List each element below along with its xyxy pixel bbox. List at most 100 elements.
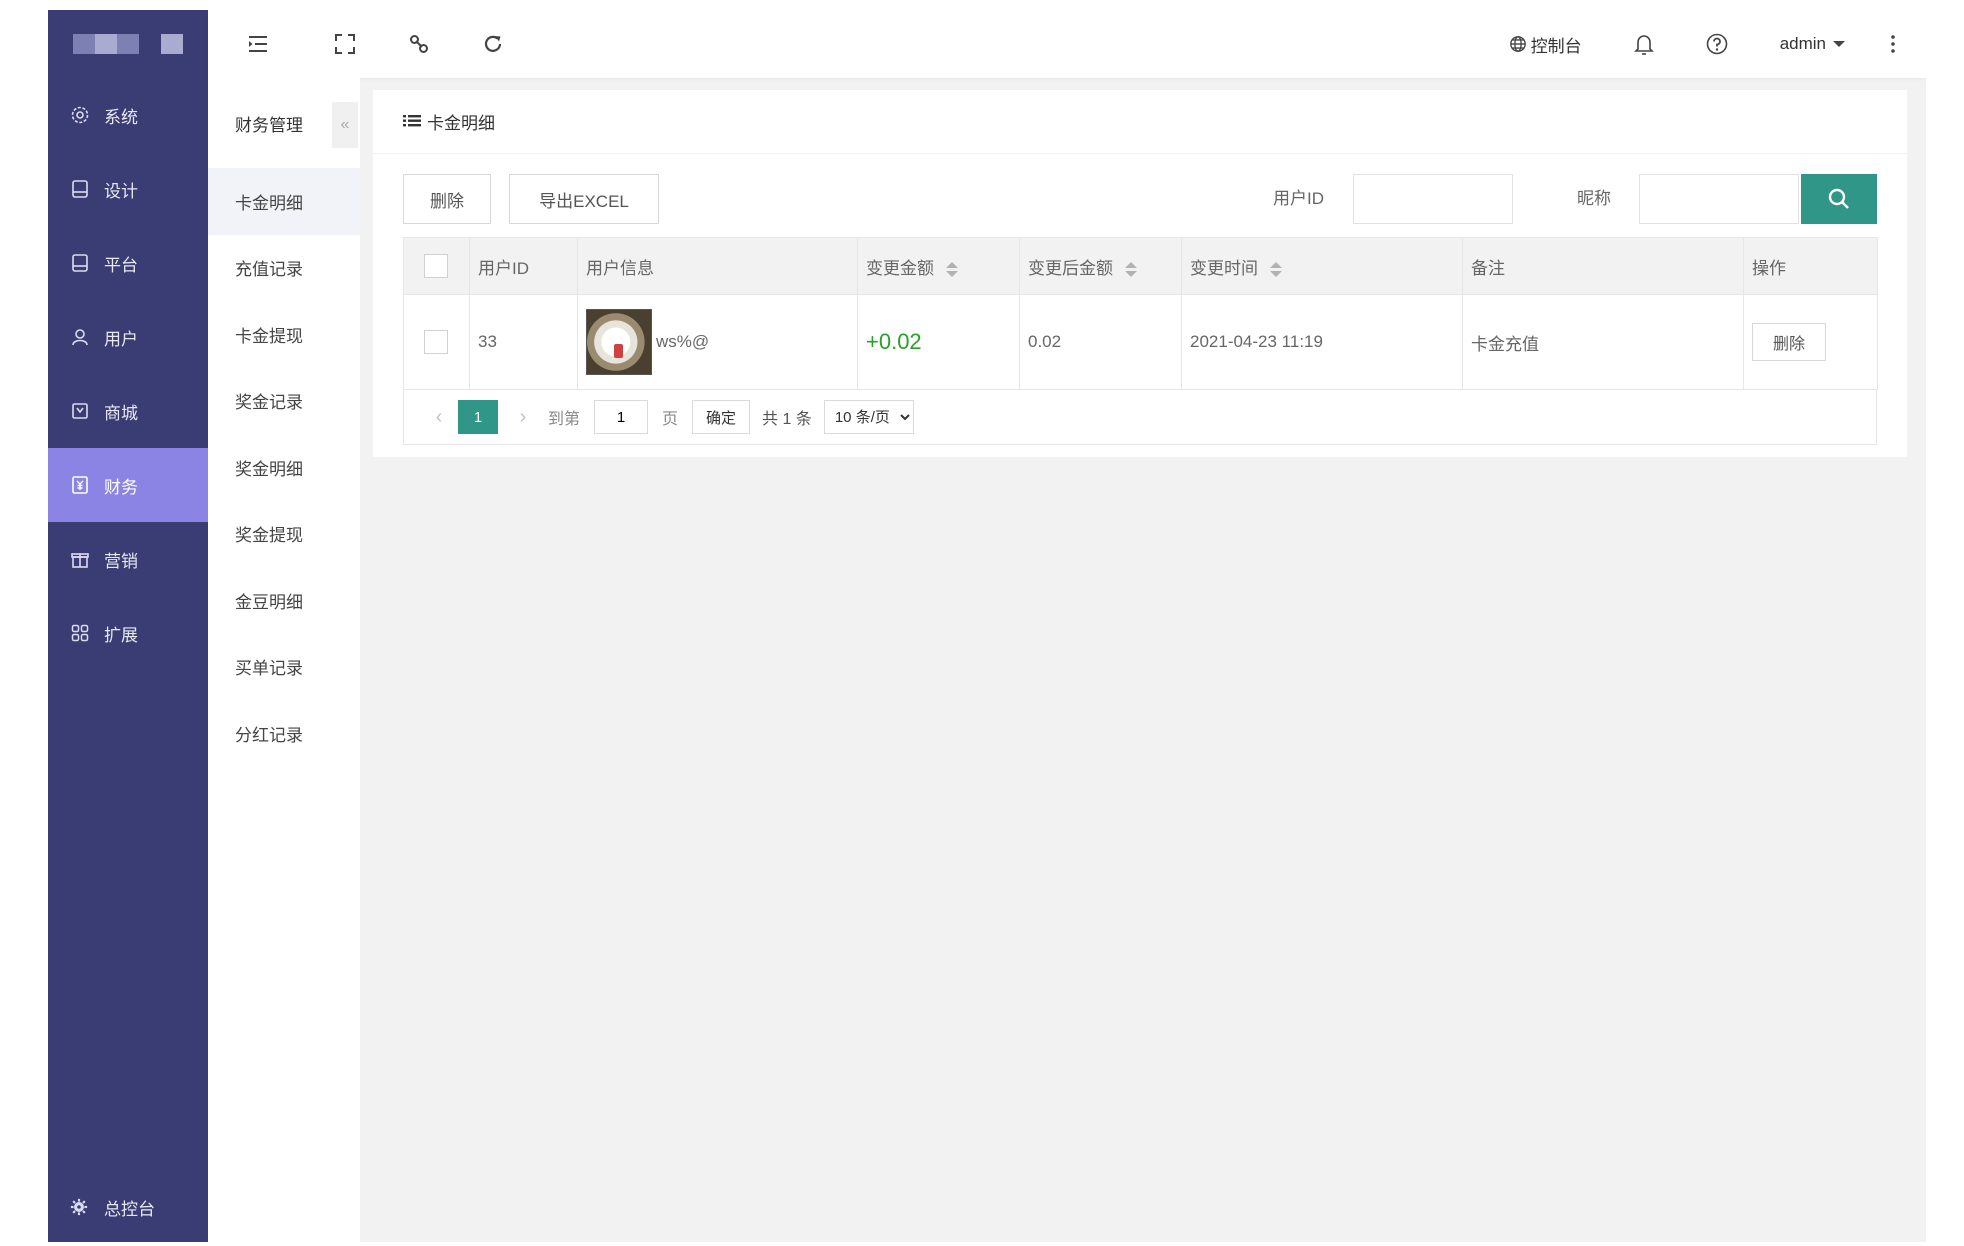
goto-confirm-button[interactable]: 确定 (692, 400, 751, 434)
refresh-icon (484, 35, 502, 52)
sub-item-label: 奖金提现 (235, 526, 303, 546)
help-button[interactable] (1680, 10, 1754, 78)
grid-icon (70, 623, 90, 643)
avatar (586, 309, 652, 375)
total-count: 共 1 条 (762, 411, 812, 428)
sidebar-item-label: 设计 (104, 181, 138, 201)
col-change-time[interactable]: 变更时间 (1181, 237, 1463, 295)
cell-nickname: ws%@ (656, 332, 710, 351)
sort-icon[interactable] (1125, 261, 1137, 277)
gift-icon (70, 549, 90, 569)
user-menu[interactable]: admin (1754, 10, 1872, 78)
link-button[interactable] (382, 10, 456, 78)
userid-input[interactable] (1353, 174, 1513, 224)
console-link[interactable]: 控制台 (1483, 10, 1608, 78)
col-change-time-label: 变更时间 (1190, 258, 1258, 278)
nickname-input[interactable] (1639, 174, 1799, 224)
col-after-amount[interactable]: 变更后金额 (1019, 237, 1182, 295)
menu-toggle-button[interactable] (208, 10, 308, 78)
sort-icon[interactable] (1270, 261, 1282, 277)
sub-item-dividend-record[interactable]: 分红记录 (208, 700, 360, 767)
col-after-amount-label: 变更后金额 (1028, 258, 1113, 278)
sub-item-recharge[interactable]: 充值记录 (208, 235, 360, 302)
sub-item-card-withdraw[interactable]: 卡金提现 (208, 301, 360, 368)
select-all-checkbox[interactable] (424, 254, 448, 278)
nickname-label: 昵称 (1577, 189, 1611, 208)
export-excel-button[interactable]: 导出EXCEL (509, 174, 659, 224)
sub-sidebar-title-text: 财务管理 (235, 115, 303, 135)
user-name: admin (1779, 34, 1826, 53)
sub-item-label: 金豆明细 (235, 592, 303, 612)
fullscreen-button[interactable] (308, 10, 382, 78)
sidebar-item-system[interactable]: 系统 (48, 78, 208, 152)
sidebar-item-shop[interactable]: 商城 (48, 374, 208, 448)
app-frame: 系统 设计 平台 用户 商城 财务 营销 扩展 总控台 控制台 admin 财务… (48, 10, 1926, 1242)
sidebar-item-design[interactable]: 设计 (48, 152, 208, 226)
row-select-cell (403, 294, 470, 390)
sidebar-item-marketing[interactable]: 营销 (48, 522, 208, 596)
refresh-button[interactable] (456, 10, 530, 78)
search-button[interactable] (1801, 174, 1877, 224)
sidebar-item-label: 系统 (104, 107, 138, 127)
col-user-info: 用户信息 (577, 237, 858, 295)
sub-item-bonus-record[interactable]: 奖金记录 (208, 368, 360, 435)
col-action: 操作 (1743, 237, 1878, 295)
sub-item-label: 奖金明细 (235, 459, 303, 479)
change-amount: +0.02 (866, 329, 922, 354)
table-header-row: 用户ID 用户信息 变更金额 变更后金额 变更时间 备注 操作 (403, 237, 1878, 295)
globe-icon (1509, 36, 1526, 52)
table-row: 33 ws%@ +0.02 0.02 2021-04-23 11:19 卡金充值… (403, 294, 1878, 390)
pagination: ‹ 1 › 到第 页 确定 共 1 条 10 条/页 (403, 390, 1877, 445)
page-title: 卡金明细 (427, 114, 495, 133)
prev-page-button[interactable]: ‹ (424, 406, 454, 429)
double-chevron-left-icon: « (340, 116, 350, 133)
more-button[interactable] (1872, 10, 1926, 78)
cell-action: 删除 (1743, 294, 1878, 390)
delete-button[interactable]: 删除 (403, 174, 491, 224)
sub-item-label: 分红记录 (235, 725, 303, 745)
cell-user-id: 33 (469, 294, 578, 390)
row-delete-button[interactable]: 删除 (1752, 323, 1826, 361)
goto-page-input[interactable] (594, 400, 649, 434)
fullscreen-icon (335, 34, 355, 54)
sort-icon[interactable] (946, 261, 958, 277)
sidebar-item-user[interactable]: 用户 (48, 300, 208, 374)
user-icon (70, 327, 90, 347)
platform-icon (70, 253, 90, 273)
gear-icon (70, 105, 90, 125)
col-user-id: 用户ID (469, 237, 578, 295)
sidebar-item-extend[interactable]: 扩展 (48, 596, 208, 670)
sub-item-bill-record[interactable]: 买单记录 (208, 634, 360, 701)
cell-change: +0.02 (857, 294, 1020, 390)
sidebar-item-platform[interactable]: 平台 (48, 226, 208, 300)
col-change-amount[interactable]: 变更金额 (857, 237, 1020, 295)
sidebar-item-console[interactable]: 总控台 (48, 1182, 208, 1232)
sub-item-bean-detail[interactable]: 金豆明细 (208, 567, 360, 634)
data-table: 用户ID 用户信息 变更金额 变更后金额 变更时间 备注 操作 33 ws%@ … (403, 237, 1878, 390)
sidebar-item-label: 财务 (104, 477, 138, 497)
sidebar-item-label: 扩展 (104, 625, 138, 645)
sub-item-bonus-withdraw[interactable]: 奖金提现 (208, 501, 360, 568)
cog-icon (70, 1198, 90, 1216)
sub-item-label: 买单记录 (235, 659, 303, 679)
current-page[interactable]: 1 (458, 400, 498, 434)
cell-time: 2021-04-23 11:19 (1181, 294, 1463, 390)
caret-down-icon (1833, 41, 1845, 47)
sub-item-label: 充值记录 (235, 260, 303, 280)
main-sidebar: 系统 设计 平台 用户 商城 财务 营销 扩展 总控台 (48, 10, 208, 1242)
sidebar-item-finance[interactable]: 财务 (48, 448, 208, 522)
sidebar-item-label: 用户 (104, 329, 138, 349)
sidebar-item-label: 商城 (104, 403, 138, 423)
sidebar-item-label: 营销 (104, 551, 138, 571)
page-size-select[interactable]: 10 条/页 (823, 400, 914, 434)
next-page-button[interactable]: › (508, 406, 538, 429)
notification-button[interactable] (1608, 10, 1680, 78)
logo (48, 10, 208, 78)
row-checkbox[interactable] (424, 330, 448, 354)
collapse-button[interactable]: « (332, 102, 358, 148)
toolbar: 删除 导出EXCEL 用户ID 昵称 (403, 174, 1877, 226)
sub-sidebar: 财务管理 « 卡金明细 充值记录 卡金提现 奖金记录 奖金明细 奖金提现 金豆明… (208, 78, 360, 1242)
col-note: 备注 (1462, 237, 1744, 295)
sub-item-bonus-detail[interactable]: 奖金明细 (208, 434, 360, 501)
sub-item-card-detail[interactable]: 卡金明细 (208, 168, 360, 235)
